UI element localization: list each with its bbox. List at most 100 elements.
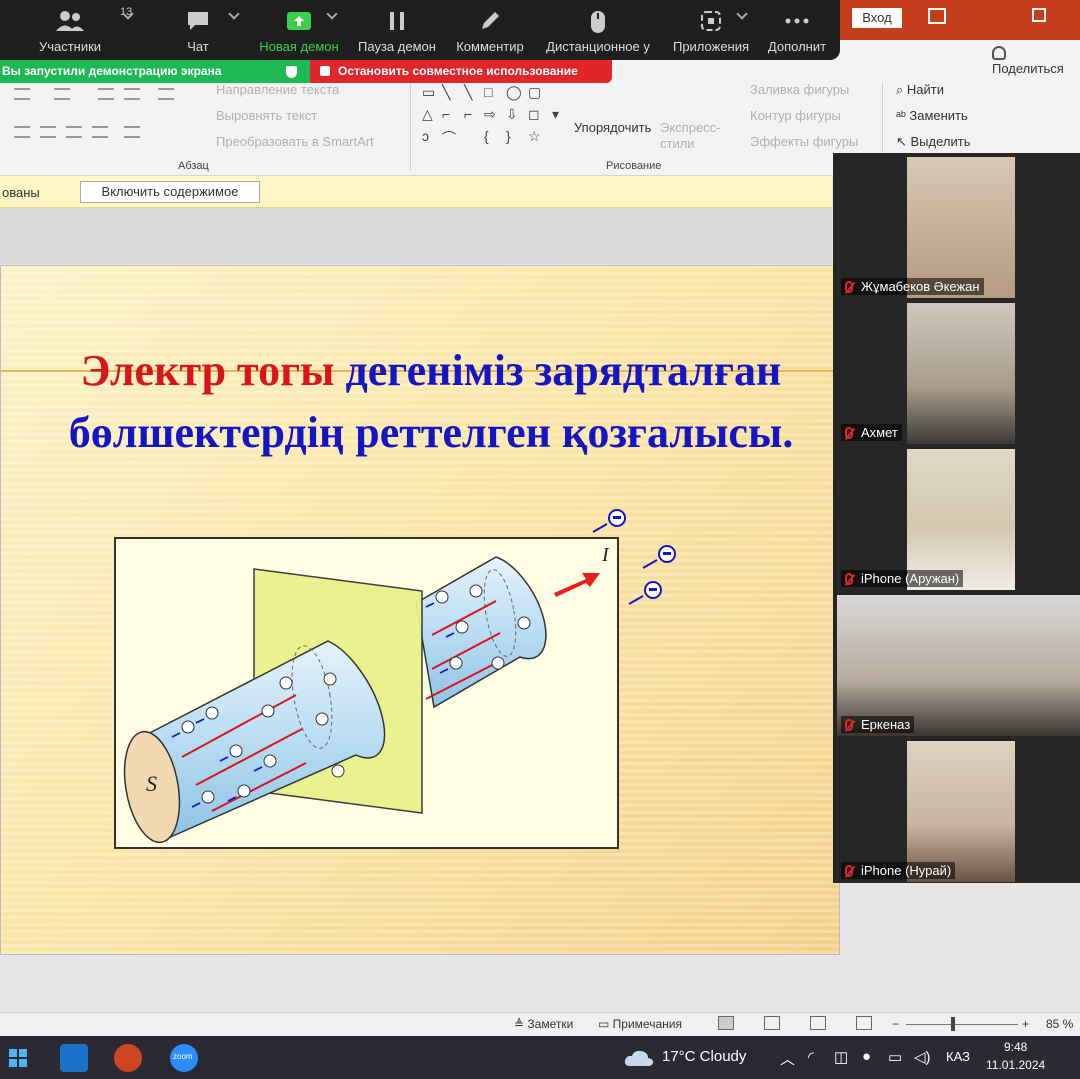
- battery-icon[interactable]: ▭: [888, 1048, 902, 1066]
- microphone-icon[interactable]: ●: [862, 1048, 871, 1065]
- numbering-icon[interactable]: [54, 88, 70, 100]
- stop-sharing-button[interactable]: Остановить совместное использование: [310, 60, 612, 83]
- maximize-icon[interactable]: [1032, 8, 1046, 22]
- more-button[interactable]: Дополнит: [762, 0, 832, 60]
- oval-shape-icon[interactable]: ◯: [506, 84, 522, 101]
- windows-start-icon[interactable]: [8, 1048, 28, 1068]
- line-spacing-icon[interactable]: [158, 88, 174, 100]
- textbox-shape-icon[interactable]: ▭: [422, 84, 435, 101]
- network-icon[interactable]: ◜: [808, 1048, 814, 1066]
- slide-title[interactable]: Электр тогы дегеніміз зарядталған бөлшек…: [41, 340, 821, 464]
- current-diagram[interactable]: S I: [114, 537, 619, 849]
- normal-view-icon[interactable]: [718, 1016, 734, 1030]
- annotate-button[interactable]: Комментир: [450, 0, 530, 60]
- zoom-slider-thumb[interactable]: [951, 1017, 955, 1031]
- powerpoint-app-icon[interactable]: [114, 1044, 142, 1072]
- participant-video: [907, 449, 1015, 590]
- columns-icon[interactable]: [124, 126, 140, 138]
- restore-window-icon[interactable]: [928, 8, 946, 24]
- arc-shape-icon[interactable]: ⌒: [442, 128, 456, 148]
- reading-view-icon[interactable]: [810, 1016, 826, 1030]
- shape-fill-button[interactable]: Заливка фигуры: [750, 82, 849, 97]
- share-button[interactable]: Поделиться: [992, 46, 1080, 76]
- arrow-right-shape-icon[interactable]: ⇨: [484, 106, 496, 123]
- chat-icon: [188, 12, 208, 30]
- volume-icon[interactable]: ◁): [914, 1048, 931, 1066]
- rounded-rect-shape-icon[interactable]: ▢: [528, 84, 541, 101]
- triangle-shape-icon[interactable]: △: [422, 106, 433, 123]
- shape-effects-button[interactable]: Эффекты фигуры: [750, 134, 858, 149]
- quick-styles-button[interactable]: Экспресс-стили: [660, 120, 724, 152]
- brace-right-shape-icon[interactable]: }: [506, 128, 511, 144]
- participant-tile[interactable]: iPhone (Нурай): [835, 739, 1080, 882]
- replace-button[interactable]: ᵃᵇ Заменить: [896, 108, 968, 123]
- participant-tile[interactable]: iPhone (Аружан): [835, 447, 1080, 590]
- justify-icon[interactable]: [92, 126, 108, 138]
- clock-time[interactable]: 9:48: [1004, 1040, 1027, 1054]
- zoom-app-icon[interactable]: zoom: [170, 1044, 198, 1072]
- arrow-down-shape-icon[interactable]: ⇩: [506, 106, 518, 123]
- pause-share-label: Пауза демон: [358, 39, 436, 54]
- star-shape-icon[interactable]: ☆: [528, 128, 541, 145]
- comments-button[interactable]: ▭ Примечания: [598, 1017, 682, 1031]
- participant-tile[interactable]: Ахмет: [835, 301, 1080, 444]
- new-share-button[interactable]: Новая демон: [256, 0, 342, 60]
- shapes-gallery[interactable]: ▭ ╲ ╲ □ ◯ ▢ △ ⌐ ⌐ ⇨ ⇩ ◻ ↄ ⌒ { } ☆ ▾: [420, 84, 570, 148]
- decrease-indent-icon[interactable]: [98, 88, 114, 100]
- participant-video: [837, 595, 1080, 736]
- text-direction-button[interactable]: Направление текста: [216, 82, 339, 97]
- login-button[interactable]: Вход: [852, 8, 902, 28]
- find-button[interactable]: ⌕ Найти: [896, 82, 944, 98]
- more-label: Дополнит: [767, 39, 827, 54]
- align-text-button[interactable]: Выровнять текст: [216, 108, 317, 123]
- participant-tile[interactable]: Еркеназ: [835, 593, 1080, 736]
- keyboard-language[interactable]: КАЗ: [946, 1049, 970, 1064]
- align-right-icon[interactable]: [66, 126, 82, 138]
- slide-title-highlight: Электр тогы: [80, 346, 335, 395]
- mail-app-icon[interactable]: [60, 1044, 88, 1072]
- bullets-icon[interactable]: [14, 88, 30, 100]
- chevron-down-icon[interactable]: [228, 8, 240, 20]
- chat-button[interactable]: Чат: [170, 0, 226, 60]
- zoom-slider[interactable]: [906, 1024, 1018, 1025]
- rectangle-shape-icon[interactable]: □: [484, 84, 492, 100]
- clock-date[interactable]: 11.01.2024: [986, 1058, 1045, 1072]
- remote-control-button[interactable]: Дистанционное у: [540, 0, 656, 60]
- participants-label: Участники: [38, 39, 102, 54]
- brace-left-shape-icon[interactable]: {: [484, 128, 489, 144]
- arrange-button[interactable]: Упорядочить: [574, 120, 651, 135]
- slideshow-icon[interactable]: [856, 1016, 872, 1030]
- line-shape-icon[interactable]: ╲: [442, 84, 450, 101]
- participants-gallery[interactable]: Жұмабеков Әкежан Ахмет iPhone (Аружан) Е…: [833, 153, 1080, 883]
- connector-shape-icon[interactable]: ⌐: [464, 106, 472, 122]
- enable-content-button[interactable]: Включить содержимое: [80, 181, 260, 203]
- current-slide[interactable]: Электр тогы дегеніміз зарядталған бөлшек…: [0, 265, 840, 955]
- zoom-level[interactable]: 85 %: [1046, 1017, 1073, 1031]
- cross-section-label: S: [146, 771, 157, 796]
- increase-indent-icon[interactable]: [124, 88, 140, 100]
- search-icon: ⌕: [896, 82, 907, 97]
- mic-muted-icon: [845, 427, 853, 439]
- notes-button[interactable]: ≜ Заметки: [514, 1017, 573, 1031]
- weather-text[interactable]: 17°C Cloudy: [662, 1048, 746, 1065]
- gallery-more-icon[interactable]: ▾: [552, 106, 559, 123]
- line-shape-icon[interactable]: ╲: [464, 84, 472, 101]
- align-center-icon[interactable]: [40, 126, 56, 138]
- convert-smartart-button[interactable]: Преобразовать в SmartArt: [216, 134, 374, 149]
- pause-share-button[interactable]: Пауза демон: [354, 0, 440, 60]
- curve-shape-icon[interactable]: ↄ: [422, 128, 429, 144]
- participant-tile[interactable]: Жұмабеков Әкежан: [835, 155, 1080, 298]
- zoom-in-button[interactable]: +: [1022, 1017, 1029, 1031]
- callout-shape-icon[interactable]: ◻: [528, 106, 540, 123]
- camera-icon[interactable]: ◫: [834, 1048, 848, 1066]
- align-left-icon[interactable]: [14, 126, 30, 138]
- connector-shape-icon[interactable]: ⌐: [442, 106, 450, 122]
- windows-taskbar: zoom 17°C Cloudy ︿ ◜ ◫ ● ▭ ◁) КАЗ 9:48 1…: [0, 1036, 1080, 1079]
- zoom-out-button[interactable]: −: [892, 1017, 899, 1031]
- ribbon-separator: [410, 82, 411, 170]
- chevron-up-icon[interactable]: ︿: [780, 1048, 795, 1069]
- participants-button[interactable]: 13 Участники: [30, 0, 132, 60]
- shape-outline-button[interactable]: Контур фигуры: [750, 108, 841, 123]
- slide-sorter-icon[interactable]: [764, 1016, 780, 1030]
- select-button[interactable]: ↖ Выделить: [896, 134, 971, 150]
